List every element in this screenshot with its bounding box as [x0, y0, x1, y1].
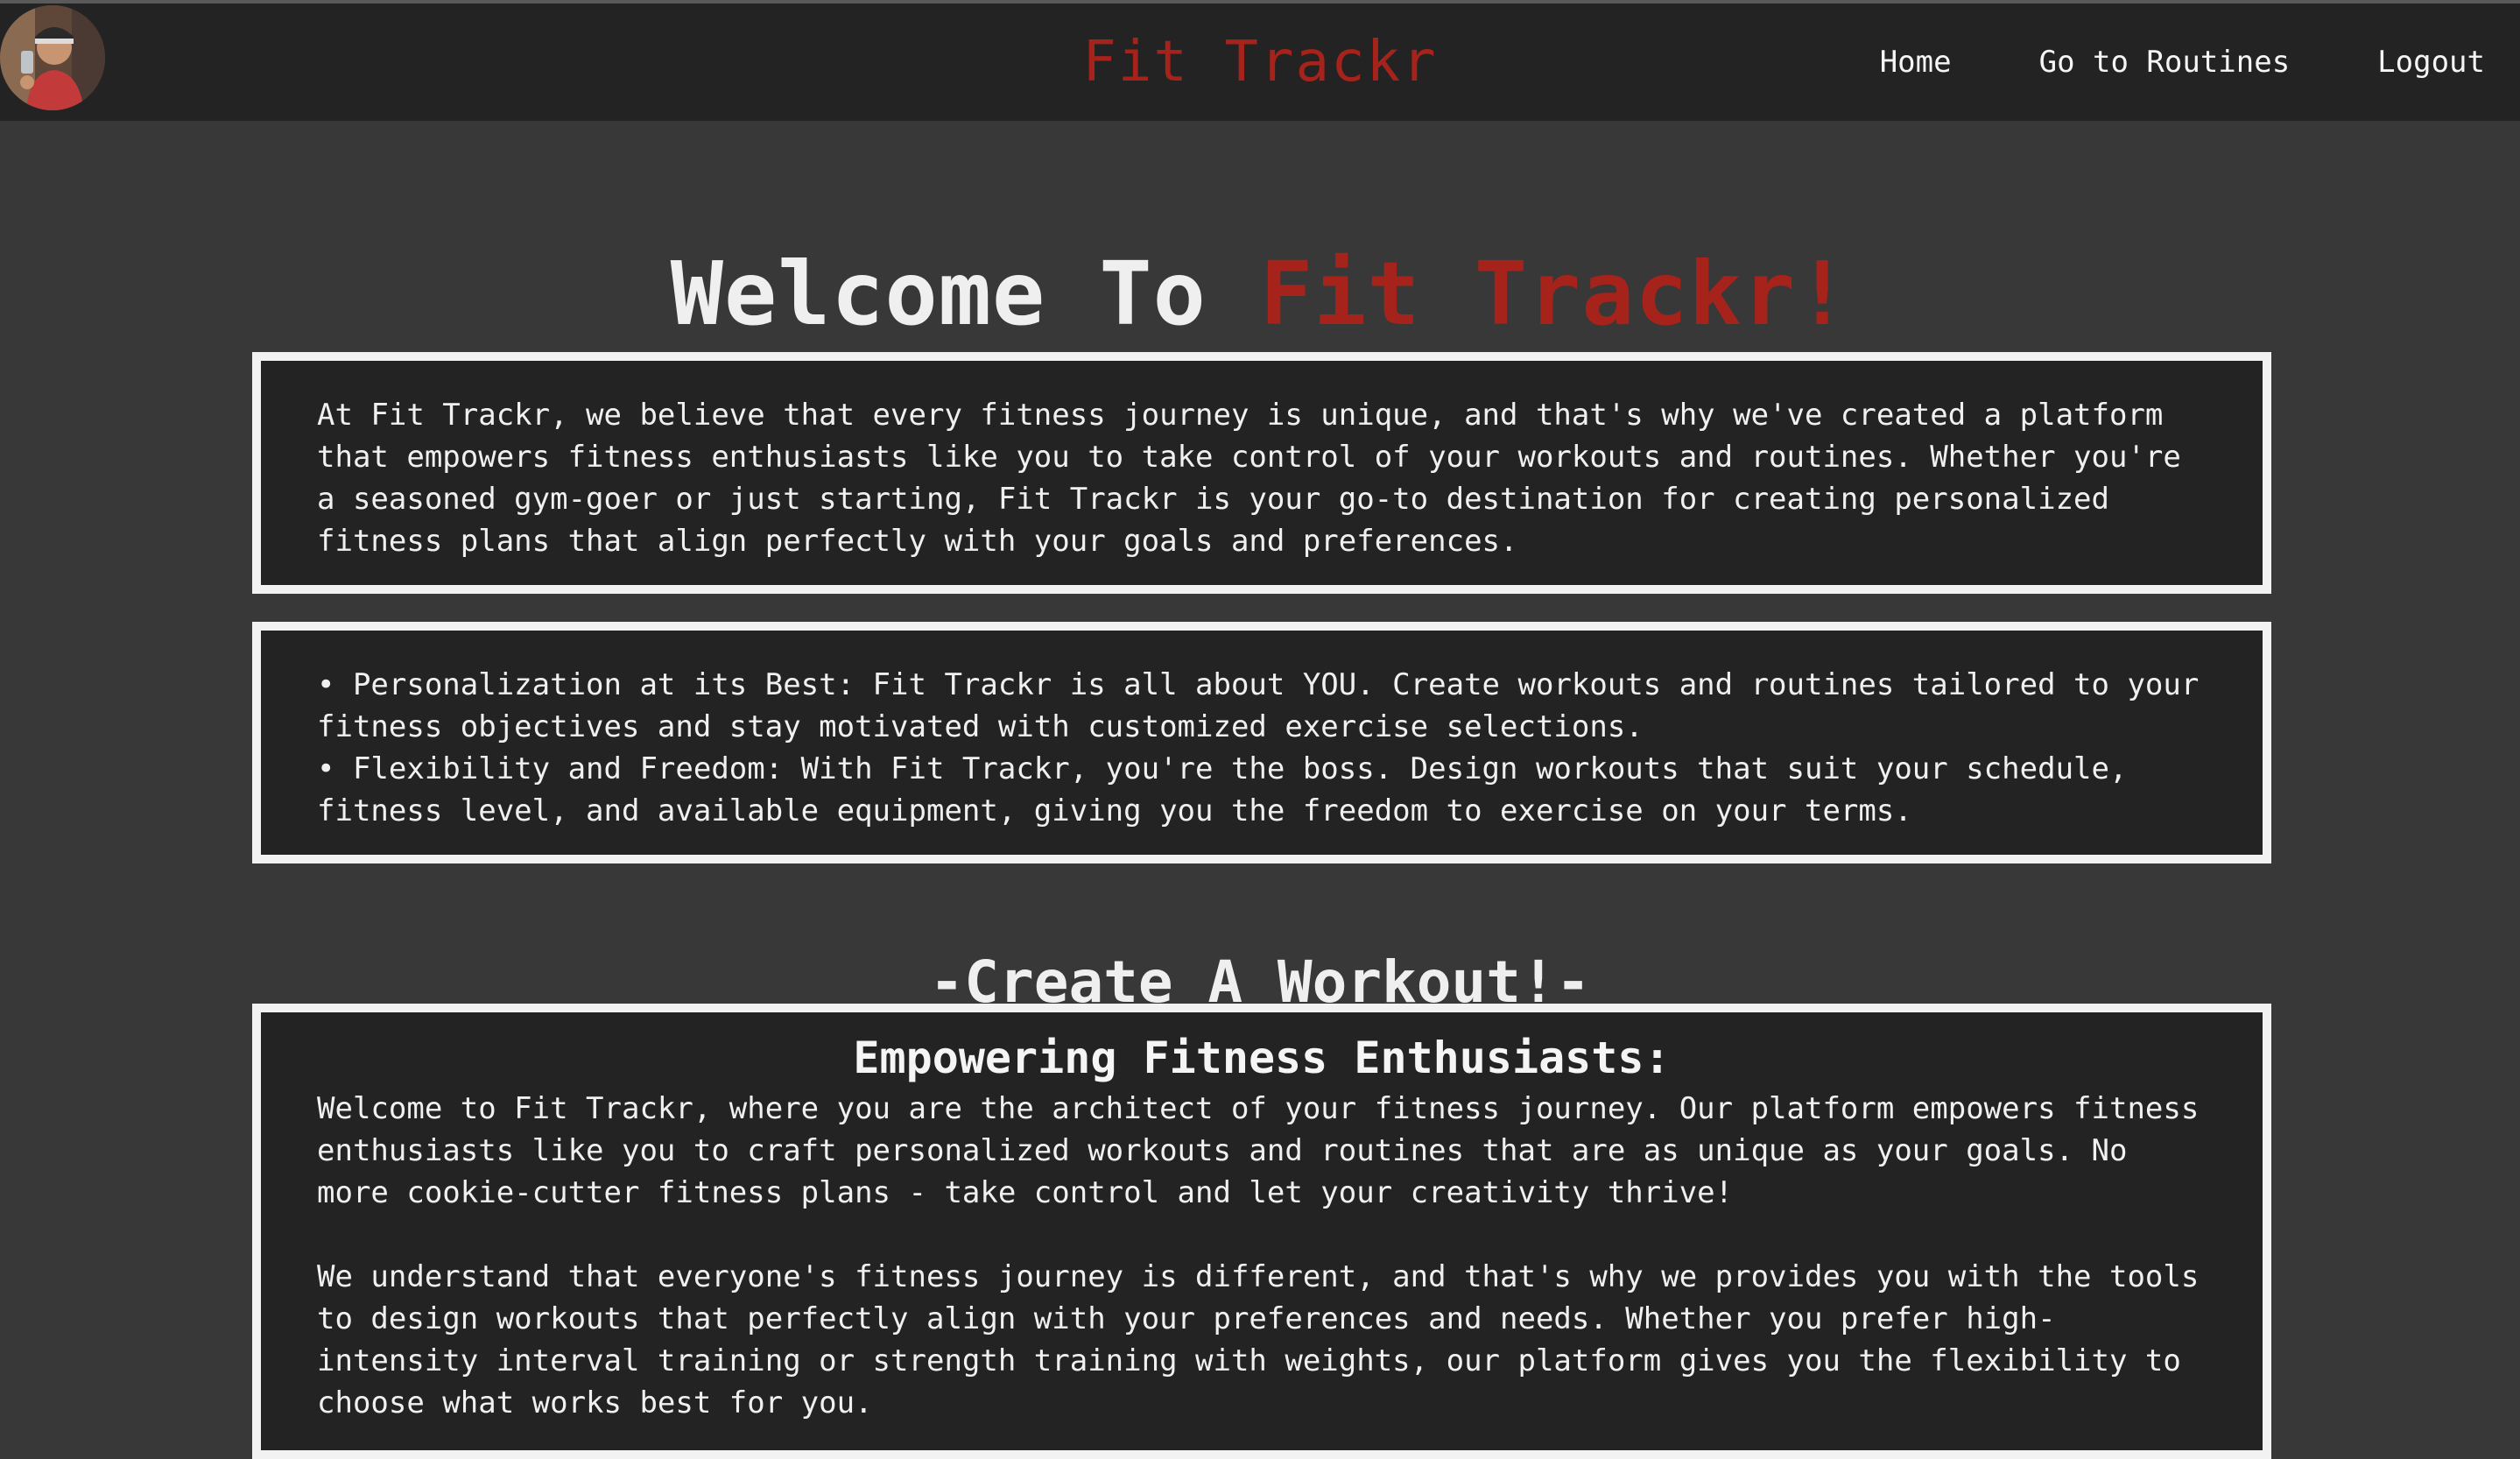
title-accent: Fit Trackr!	[1260, 243, 1850, 345]
intro-card: At Fit Trackr, we believe that every fit…	[252, 352, 2271, 594]
page-title: Welcome To Fit Trackr!	[0, 243, 2520, 345]
nav-links: Home Go to Routines Logout	[1880, 4, 2485, 121]
create-card-title: Empowering Fitness Enthusiasts:	[853, 1033, 1671, 1083]
title-prefix: Welcome To	[670, 243, 1260, 345]
create-paragraph-1: Welcome to Fit Trackr, where you are the…	[317, 1091, 2200, 1210]
avatar-photo-icon	[0, 5, 105, 110]
nav-logout-link[interactable]: Logout	[2377, 45, 2485, 80]
nav-home-link[interactable]: Home	[1880, 45, 1952, 80]
create-paragraph-2: We understand that everyone's fitness jo…	[317, 1259, 2200, 1420]
feature-item-flexibility: • Flexibility and Freedom: With Fit Trac…	[317, 751, 2128, 828]
nav-routines-link[interactable]: Go to Routines	[2039, 45, 2291, 80]
create-workout-card: Empowering Fitness Enthusiasts: Welcome …	[252, 1004, 2271, 1459]
intro-text: At Fit Trackr, we believe that every fit…	[317, 398, 2181, 559]
feature-item-personalization: • Personalization at its Best: Fit Track…	[317, 667, 2200, 744]
features-card: • Personalization at its Best: Fit Track…	[252, 622, 2271, 863]
user-avatar[interactable]	[0, 5, 105, 110]
